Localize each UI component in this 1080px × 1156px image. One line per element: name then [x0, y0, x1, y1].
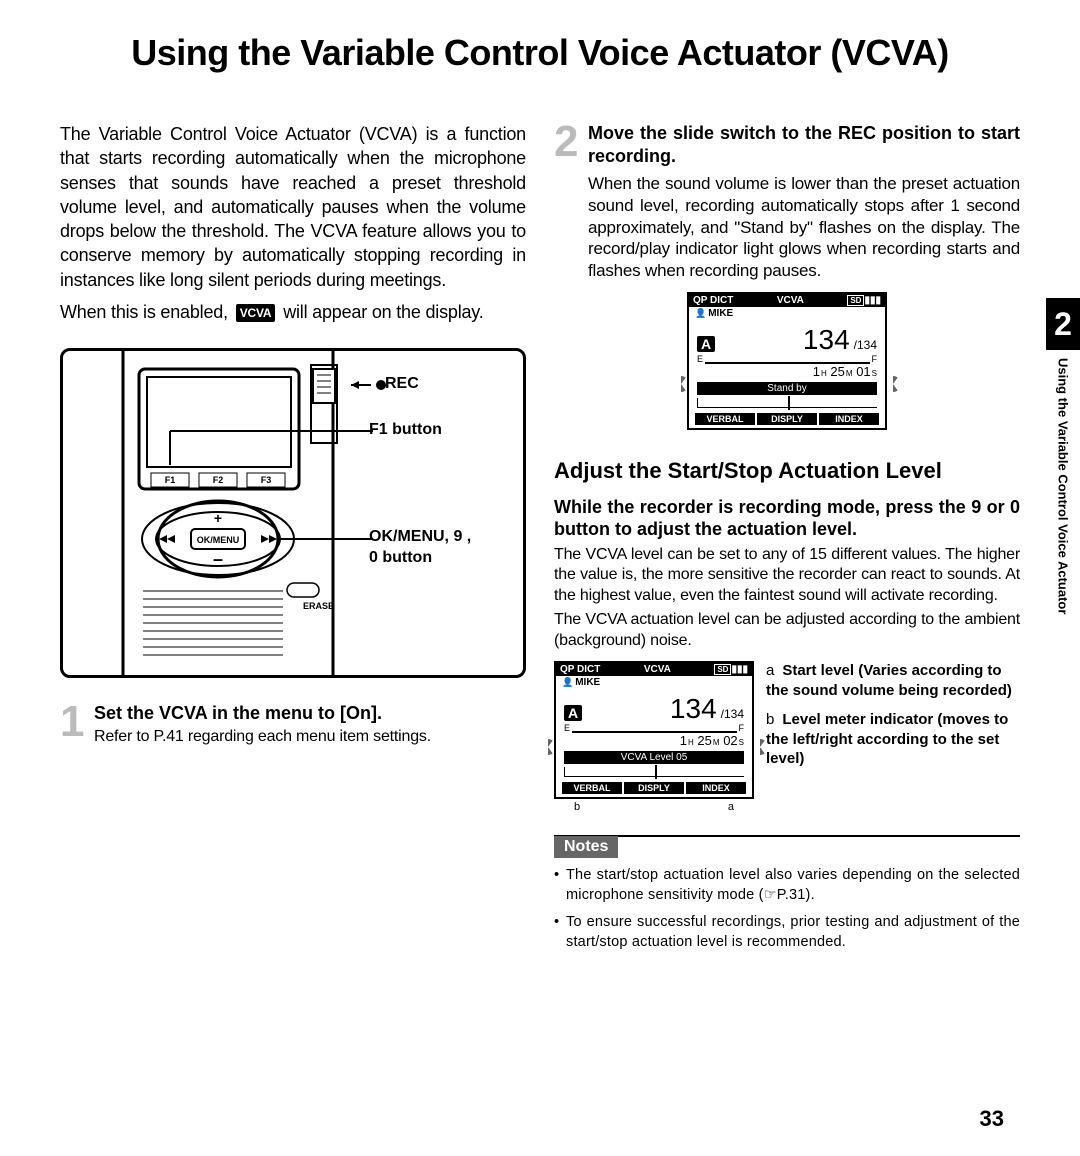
- okmenu-label: OK/MENU, 9 , 0 button: [369, 527, 471, 569]
- svg-text:F1: F1: [165, 475, 176, 485]
- svg-text:–: –: [213, 549, 223, 569]
- step-1-number: 1: [60, 702, 86, 747]
- legend-a: aStart level (Varies according to the so…: [766, 661, 1020, 700]
- legend-b: bLevel meter indicator (moves to the lef…: [766, 710, 1020, 769]
- lcd-standby: QP DICTVCVA SD▮▮▮ MIKE A 134 /134 EF 1H …: [687, 292, 887, 430]
- adjust-body-1: The VCVA level can be set to any of 15 d…: [554, 545, 1020, 606]
- adjust-subhead: Adjust the Start/Stop Actuation Level: [554, 458, 1020, 484]
- step-2-body: When the sound volume is lower than the …: [588, 173, 1020, 282]
- rec-label: REC: [385, 375, 419, 393]
- lcd-level: QP DICTVCVA SD▮▮▮ MIKE A 134 /134 EF 1H …: [554, 661, 754, 813]
- step-2-number: 2: [554, 122, 580, 282]
- right-column: 2 Move the slide switch to the REC posit…: [554, 122, 1020, 952]
- chapter-label: Using the Variable Control Voice Actuato…: [1056, 358, 1071, 614]
- page-number: 33: [980, 1106, 1004, 1132]
- folder-icon: A: [697, 336, 715, 352]
- svg-text:F2: F2: [213, 475, 224, 485]
- step-2: 2 Move the slide switch to the REC posit…: [554, 122, 1020, 282]
- level-meter-icon: [697, 398, 877, 408]
- page-title: Using the Variable Control Voice Actuato…: [60, 32, 1020, 74]
- folder-icon: A: [564, 705, 582, 721]
- adjust-heading: While the recorder is recording mode, pr…: [554, 496, 1020, 541]
- note-2: To ensure successful recordings, prior t…: [554, 913, 1020, 952]
- level-meter-icon: [564, 767, 744, 777]
- intro-para-2: When this is enabled, VCVA will appear o…: [60, 300, 526, 324]
- content-columns: The Variable Control Voice Actuator (VCV…: [60, 122, 1020, 952]
- intro-para-1: The Variable Control Voice Actuator (VCV…: [60, 122, 526, 292]
- svg-text:+: +: [214, 510, 222, 526]
- divider: [554, 835, 1020, 837]
- vcva-badge-icon: VCVA: [236, 304, 276, 322]
- standby-badge: Stand by: [697, 382, 877, 395]
- step-2-heading: Move the slide switch to the REC positio…: [588, 122, 1020, 167]
- device-illustration: F1 F2 F3 OK/MENU + –: [60, 348, 526, 678]
- svg-text:OK/MENU: OK/MENU: [197, 535, 240, 545]
- step-1-heading: Set the VCVA in the menu to [On].: [94, 702, 431, 725]
- adjust-body-2: The VCVA actuation level can be adjusted…: [554, 610, 1020, 651]
- level-badge: VCVA Level 05: [564, 751, 744, 764]
- note-1: The start/stop actuation level also vari…: [554, 866, 1020, 905]
- f1-label: F1 button: [369, 421, 442, 439]
- left-column: The Variable Control Voice Actuator (VCV…: [60, 122, 526, 952]
- step-1: 1 Set the VCVA in the menu to [On]. Refe…: [60, 702, 526, 747]
- chapter-number: 2: [1046, 298, 1080, 350]
- chapter-side-tab: 2 Using the Variable Control Voice Actua…: [1046, 298, 1080, 614]
- notes-tab: Notes: [554, 836, 618, 858]
- svg-text:F3: F3: [261, 475, 272, 485]
- svg-text:ERASE: ERASE: [303, 601, 334, 611]
- step-1-body: Refer to P.41 regarding each menu item s…: [94, 727, 431, 747]
